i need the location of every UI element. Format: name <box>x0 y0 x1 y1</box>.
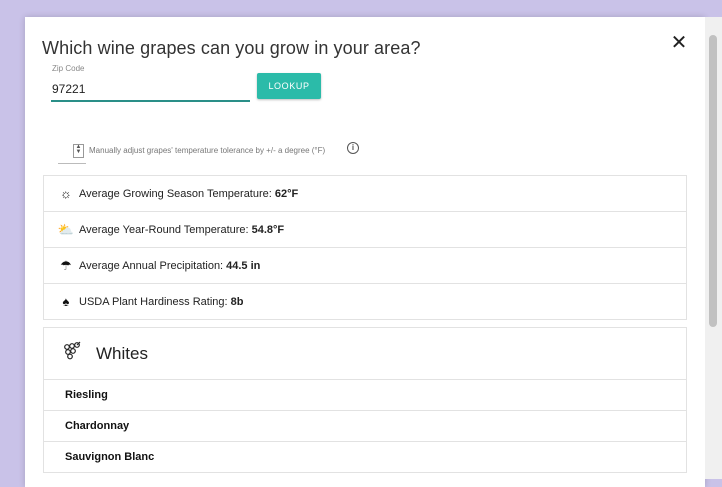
partly-cloudy-icon: ⛅ <box>57 221 75 237</box>
lookup-button[interactable]: LOOKUP <box>257 73 321 99</box>
stat-label: Average Annual Precipitation: <box>79 259 224 272</box>
zip-code-input[interactable] <box>51 78 250 102</box>
stat-annual-precipitation: ☂ Average Annual Precipitation: 44.5 in <box>44 248 686 284</box>
scrollbar-thumb[interactable] <box>709 35 717 327</box>
wine-grapes-dialog: Which wine grapes can you grow in your a… <box>25 17 705 487</box>
grape-item[interactable]: Riesling <box>44 380 686 411</box>
close-icon[interactable]: ✕ <box>669 33 689 53</box>
whites-section: Whites Riesling Chardonnay Sauvignon Bla… <box>43 327 687 473</box>
stepper-underline <box>58 163 86 164</box>
grapes-icon <box>62 341 84 366</box>
stepper-icon[interactable]: ▲ ▼ <box>73 144 84 158</box>
stat-year-round-temp: ⛅ Average Year-Round Temperature: 54.8°F <box>44 212 686 248</box>
stat-hardiness-rating: ♠ USDA Plant Hardiness Rating: 8b <box>44 284 686 319</box>
umbrella-icon: ☂ <box>60 257 72 273</box>
dialog-title: Which wine grapes can you grow in your a… <box>42 38 421 58</box>
info-icon[interactable]: i <box>347 142 359 154</box>
stat-value: 62°F <box>274 187 299 200</box>
whites-header: Whites <box>44 328 686 380</box>
scrollbar[interactable] <box>705 17 722 479</box>
stat-label: Average Growing Season Temperature: <box>79 187 272 200</box>
stat-value: 8b <box>230 295 244 308</box>
stat-growing-season-temp: ☼ Average Growing Season Temperature: 62… <box>44 176 686 212</box>
stat-label: USDA Plant Hardiness Rating: <box>79 295 228 308</box>
grape-item[interactable]: Sauvignon Blanc <box>44 442 686 473</box>
stat-value: 54.8°F <box>251 223 285 236</box>
sun-icon: ☼ <box>60 186 72 201</box>
temperature-adjust-label: Manually adjust grapes' temperature tole… <box>89 146 326 155</box>
whites-title: Whites <box>96 343 148 363</box>
grape-item[interactable]: Chardonnay <box>44 411 686 442</box>
climate-stats-list: ☼ Average Growing Season Temperature: 62… <box>43 175 687 320</box>
zip-code-label: Zip Code <box>52 64 85 73</box>
stat-value: 44.5 in <box>226 259 261 272</box>
plant-icon: ♠ <box>62 294 70 309</box>
stat-label: Average Year-Round Temperature: <box>79 223 249 236</box>
